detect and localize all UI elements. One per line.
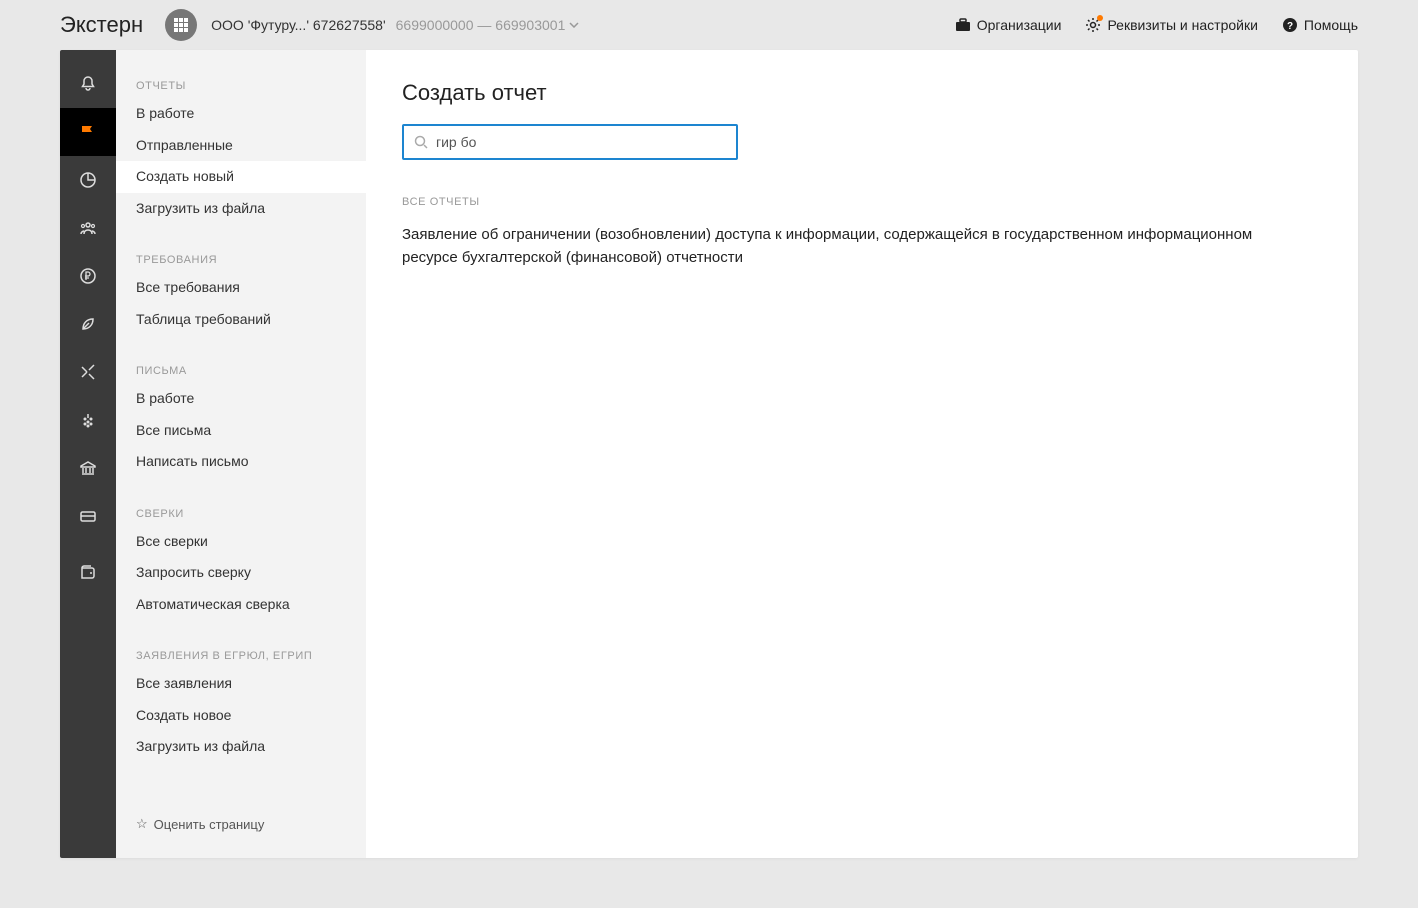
help-label: Помощь (1304, 17, 1358, 33)
notification-dot-icon (1097, 15, 1103, 21)
nav-rail (60, 50, 116, 858)
sidebar-group-title: ПИСЬМА (116, 359, 366, 383)
org-selector[interactable]: ООО 'Футуру...' 672627558' 6699000000 — … (211, 17, 579, 33)
sidebar-item-all-requirements[interactable]: Все требования (116, 272, 366, 304)
search-result-item[interactable]: Заявление об ограничении (возобновлении)… (402, 224, 1282, 269)
rail-wallet[interactable] (60, 548, 116, 596)
rail-reports[interactable] (60, 108, 116, 156)
rail-tools[interactable] (60, 348, 116, 396)
sidebar-item-upload-application[interactable]: Загрузить из файла (116, 731, 366, 763)
settings-link[interactable]: Реквизиты и настройки (1085, 17, 1257, 33)
apps-grid-icon[interactable] (165, 9, 197, 41)
page-title: Создать отчет (402, 80, 1322, 106)
search-input[interactable] (436, 134, 726, 150)
sidebar-item-auto-reconciliation[interactable]: Автоматическая сверка (116, 589, 366, 621)
rail-card[interactable] (60, 492, 116, 540)
grapes-icon (79, 411, 97, 429)
wallet-icon (79, 563, 97, 581)
sidebar-item-all-reconciliations[interactable]: Все сверки (116, 526, 366, 558)
sidebar-item-upload-file[interactable]: Загрузить из файла (116, 193, 366, 225)
rail-eco[interactable] (60, 300, 116, 348)
sidebar-item-request-reconciliation[interactable]: Запросить сверку (116, 557, 366, 589)
chart-icon (79, 171, 97, 189)
settings-label: Реквизиты и настройки (1107, 17, 1257, 33)
org-codes: 6699000000 — 669903001 (396, 17, 580, 33)
sidebar-item-requirements-table[interactable]: Таблица требований (116, 304, 366, 336)
sidebar-group-title: ЗАЯВЛЕНИЯ В ЕГРЮЛ, ЕГРИП (116, 644, 366, 668)
organizations-link[interactable]: Организации (955, 17, 1062, 33)
sidebar-item-create-new[interactable]: Создать новый (116, 161, 366, 193)
rail-people[interactable] (60, 204, 116, 252)
flag-icon (79, 123, 97, 141)
sidebar-group-title: ТРЕБОВАНИЯ (116, 248, 366, 272)
brand: Экстерн (60, 12, 143, 38)
sidebar-item-all-letters[interactable]: Все письма (116, 415, 366, 447)
chevron-down-icon (569, 22, 579, 28)
sidebar-item-in-work[interactable]: В работе (116, 98, 366, 130)
card-icon (79, 507, 97, 525)
help-link[interactable]: ? Помощь (1282, 17, 1358, 33)
sidebar-item-sent[interactable]: Отправленные (116, 130, 366, 162)
svg-text:?: ? (1287, 21, 1293, 32)
people-icon (79, 219, 97, 237)
bank-icon (79, 459, 97, 477)
sidebar-item-all-applications[interactable]: Все заявления (116, 668, 366, 700)
rail-bank[interactable] (60, 444, 116, 492)
bell-icon (79, 75, 97, 93)
rate-page-label: Оценить страницу (154, 817, 265, 832)
app-header: Экстерн ООО 'Футуру...' 672627558' 66990… (0, 0, 1418, 50)
rail-notifications[interactable] (60, 60, 116, 108)
org-codes-text: 6699000000 — 669903001 (396, 17, 566, 33)
rail-analytics[interactable] (60, 156, 116, 204)
search-box[interactable] (402, 124, 738, 160)
sidebar: ОТЧЕТЫ В работе Отправленные Создать нов… (116, 50, 366, 858)
sidebar-group-title: ОТЧЕТЫ (116, 74, 366, 98)
sidebar-item-write-letter[interactable]: Написать письмо (116, 446, 366, 478)
coin-icon (79, 267, 97, 285)
main-content: Создать отчет ВСЕ ОТЧЕТЫ Заявление об ог… (366, 50, 1358, 858)
rail-grapes[interactable] (60, 396, 116, 444)
briefcase-icon (955, 18, 971, 32)
rail-coin[interactable] (60, 252, 116, 300)
help-icon: ? (1282, 17, 1298, 33)
search-icon (414, 135, 428, 149)
sidebar-group-title: СВЕРКИ (116, 502, 366, 526)
tools-icon (79, 363, 97, 381)
sidebar-item-create-application[interactable]: Создать новое (116, 700, 366, 732)
org-name: ООО 'Футуру...' 672627558' (211, 17, 386, 33)
results-section-label: ВСЕ ОТЧЕТЫ (402, 196, 1322, 208)
rate-page-link[interactable]: ☆ Оценить страницу (116, 806, 366, 842)
organizations-label: Организации (977, 17, 1062, 33)
sidebar-item-letters-in-work[interactable]: В работе (116, 383, 366, 415)
star-icon: ☆ (136, 816, 148, 832)
leaf-icon (79, 315, 97, 333)
